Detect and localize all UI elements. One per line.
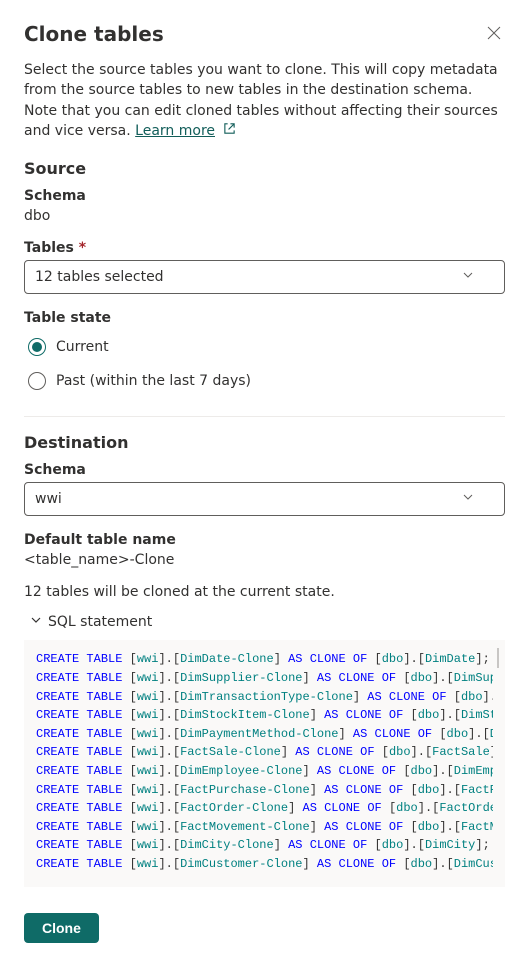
sql-line: CREATE TABLE [wwi].[DimEmployee-Clone] A…	[36, 762, 493, 781]
radio-current[interactable]: Current	[24, 330, 505, 364]
radio-past[interactable]: Past (within the last 7 days)	[24, 364, 505, 398]
destination-schema-label: Schema	[24, 462, 505, 478]
default-table-name-label: Default table name	[24, 532, 505, 548]
destination-schema-text: wwi	[35, 491, 62, 507]
sql-line: CREATE TABLE [wwi].[DimDate-Clone] AS CL…	[36, 650, 493, 669]
radio-icon	[28, 372, 46, 390]
source-heading: Source	[24, 159, 505, 178]
sql-line: CREATE TABLE [wwi].[DimPaymentMethod-Clo…	[36, 725, 493, 744]
scrollbar-thumb[interactable]	[497, 648, 499, 668]
close-button[interactable]	[483, 22, 505, 44]
radio-past-label: Past (within the last 7 days)	[56, 373, 251, 389]
sql-line: CREATE TABLE [wwi].[DimCustomer-Clone] A…	[36, 855, 493, 874]
sql-line: CREATE TABLE [wwi].[DimStockItem-Clone] …	[36, 706, 493, 725]
destination-schema-select[interactable]: wwi	[24, 482, 505, 516]
clone-summary: 12 tables will be cloned at the current …	[24, 584, 505, 600]
sql-line: CREATE TABLE [wwi].[DimCity-Clone] AS CL…	[36, 836, 493, 855]
external-link-icon	[223, 121, 236, 141]
sql-line: CREATE TABLE [wwi].[DimTransactionType-C…	[36, 688, 493, 707]
close-icon	[487, 26, 501, 40]
source-schema-label: Schema	[24, 188, 505, 204]
sql-line: CREATE TABLE [wwi].[FactPurchase-Clone] …	[36, 781, 493, 800]
dialog-description: Select the source tables you want to clo…	[24, 60, 505, 141]
sql-line: CREATE TABLE [wwi].[FactMovement-Clone] …	[36, 818, 493, 837]
sql-toggle-label: SQL statement	[48, 614, 152, 630]
description-text: Select the source tables you want to clo…	[24, 62, 498, 139]
divider	[24, 416, 505, 417]
chevron-down-icon	[462, 269, 474, 285]
clone-button[interactable]: Clone	[24, 913, 99, 943]
learn-more-link[interactable]: Learn more	[135, 123, 215, 139]
radio-icon	[28, 338, 46, 356]
tables-label: Tables	[24, 240, 505, 256]
sql-line: CREATE TABLE [wwi].[FactOrder-Clone] AS …	[36, 799, 493, 818]
source-schema-value: dbo	[24, 208, 505, 224]
chevron-down-icon	[30, 614, 42, 630]
table-state-label: Table state	[24, 310, 505, 326]
sql-statement-toggle[interactable]: SQL statement	[24, 614, 505, 630]
tables-select[interactable]: 12 tables selected	[24, 260, 505, 294]
tables-select-text: 12 tables selected	[35, 269, 164, 285]
radio-current-label: Current	[56, 339, 109, 355]
sql-line: CREATE TABLE [wwi].[DimSupplier-Clone] A…	[36, 669, 493, 688]
dialog-title: Clone tables	[24, 22, 164, 46]
chevron-down-icon	[462, 491, 474, 507]
destination-heading: Destination	[24, 433, 505, 452]
sql-code-block: CREATE TABLE [wwi].[DimDate-Clone] AS CL…	[24, 640, 505, 887]
sql-line: CREATE TABLE [wwi].[FactSale-Clone] AS C…	[36, 743, 493, 762]
default-table-name-value: <table_name>-Clone	[24, 552, 505, 568]
